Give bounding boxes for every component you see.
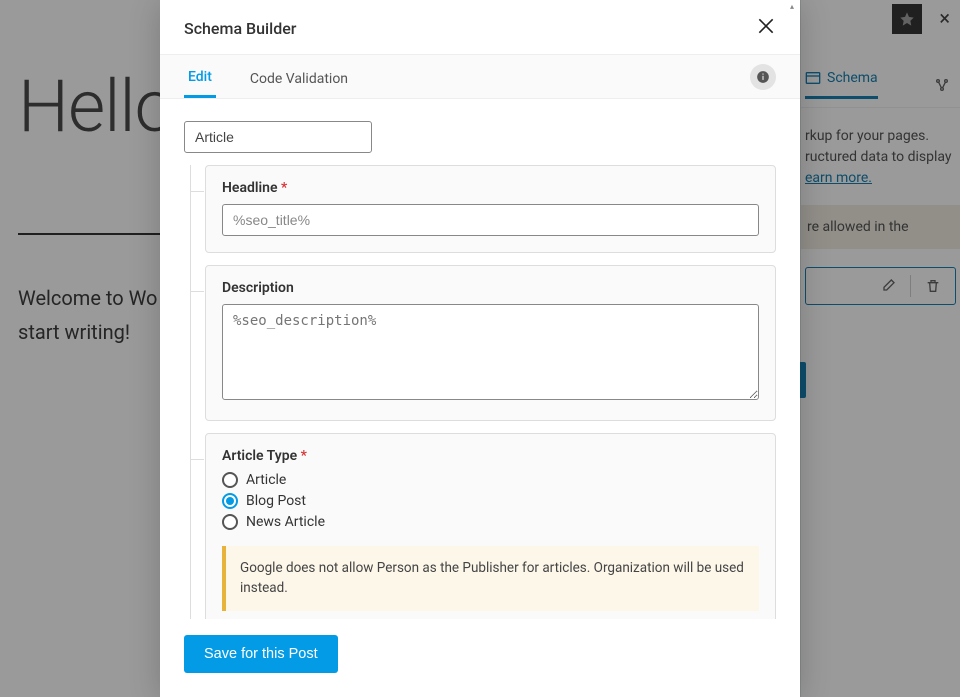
- info-icon[interactable]: [750, 64, 776, 90]
- radio-news-article[interactable]: News Article: [222, 514, 759, 530]
- description-input[interactable]: [222, 304, 759, 400]
- save-button[interactable]: Save for this Post: [184, 635, 338, 673]
- modal-title: Schema Builder: [184, 19, 296, 38]
- modal-close-button[interactable]: [756, 16, 776, 40]
- article-type-label: Article Type *: [222, 448, 759, 464]
- headline-input[interactable]: [222, 204, 759, 236]
- publisher-notice: Google does not allow Person as the Publ…: [222, 546, 759, 611]
- headline-label: Headline *: [222, 180, 759, 196]
- schema-type-input[interactable]: [184, 121, 372, 153]
- tab-edit[interactable]: Edit: [184, 55, 216, 98]
- schema-builder-modal: Schema Builder Edit Code Validation Head…: [160, 0, 800, 697]
- radio-icon: [222, 472, 238, 488]
- description-label: Description: [222, 280, 759, 296]
- radio-blog-post[interactable]: Blog Post: [222, 493, 759, 509]
- tab-code-validation[interactable]: Code Validation: [246, 57, 352, 97]
- radio-article[interactable]: Article: [222, 472, 759, 488]
- radio-icon: [222, 493, 238, 509]
- radio-icon: [222, 514, 238, 530]
